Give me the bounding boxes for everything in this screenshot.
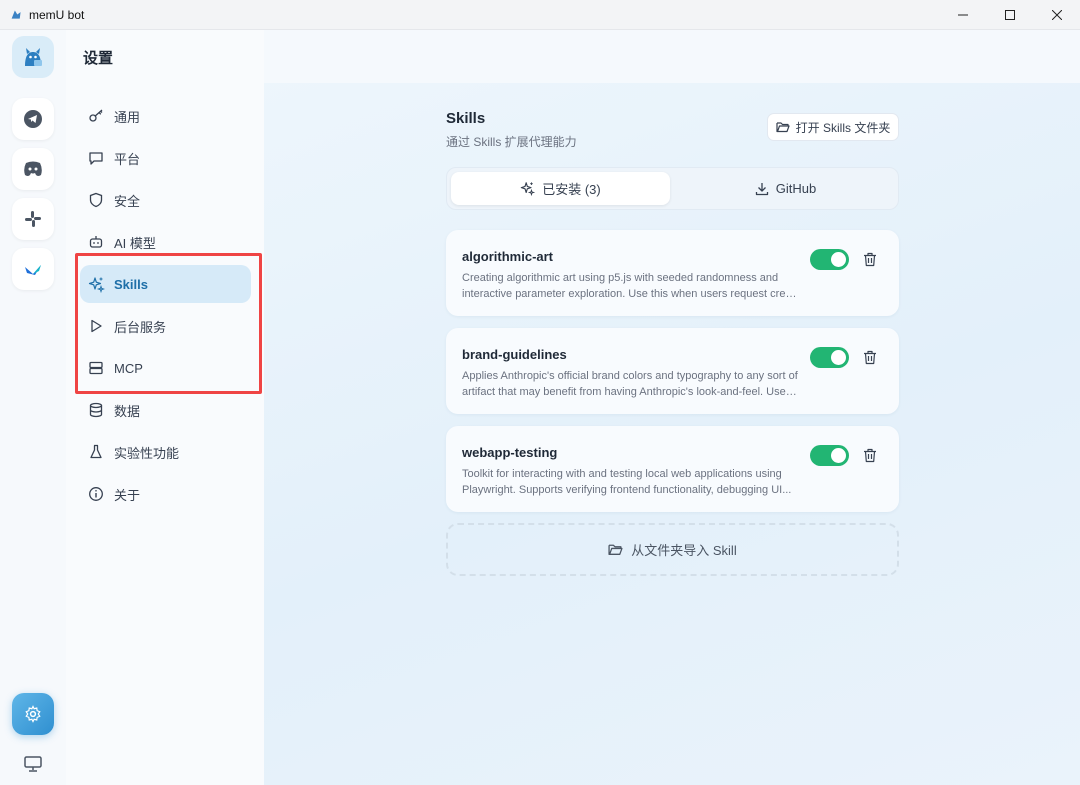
telegram-icon bbox=[24, 110, 42, 128]
maximize-button[interactable] bbox=[986, 0, 1033, 30]
skill-enable-toggle[interactable] bbox=[810, 347, 849, 368]
app-logo-icon bbox=[9, 8, 23, 22]
gear-icon bbox=[25, 705, 41, 723]
main-panel: Skills 通过 Skills 扩展代理能力 打开 Skills 文件夹 已安… bbox=[264, 30, 1080, 785]
skills-tabs: 已安装 (3) GitHub bbox=[446, 167, 899, 210]
toggle-knob bbox=[831, 252, 846, 267]
skill-description-line: artifact that may benefit from having An… bbox=[462, 386, 798, 398]
rail-settings-button[interactable] bbox=[12, 693, 54, 735]
rail-telegram-button[interactable] bbox=[12, 98, 54, 140]
delete-skill-button[interactable] bbox=[861, 446, 879, 464]
skill-enable-toggle[interactable] bbox=[810, 445, 849, 466]
bot-icon bbox=[87, 233, 105, 251]
skill-card: brand-guidelines Applies Anthropic's off… bbox=[446, 328, 899, 414]
toggle-knob bbox=[831, 350, 846, 365]
play-icon bbox=[87, 317, 105, 335]
flask-icon bbox=[87, 443, 105, 461]
nav-item-label: MCP bbox=[114, 360, 143, 376]
database-icon bbox=[87, 401, 105, 419]
main-header-strip bbox=[264, 30, 1080, 83]
sparkles-icon bbox=[87, 275, 105, 293]
key-icon bbox=[87, 107, 105, 125]
nav-item-label: 后台服务 bbox=[114, 319, 167, 335]
skill-name: brand-guidelines bbox=[462, 347, 567, 362]
nav-item-security[interactable]: 安全 bbox=[80, 181, 251, 219]
folder-open-icon bbox=[608, 543, 623, 556]
nav-item-skills[interactable]: Skills bbox=[80, 265, 251, 303]
cat-logo-icon bbox=[25, 48, 42, 66]
nav-item-data[interactable]: 数据 bbox=[80, 391, 251, 429]
settings-title: 设置 bbox=[83, 50, 114, 67]
tab-installed-label: 已安装 (3) bbox=[542, 182, 601, 197]
chat-icon bbox=[87, 149, 105, 167]
download-icon bbox=[755, 182, 769, 196]
open-skills-folder-button[interactable]: 打开 Skills 文件夹 bbox=[767, 113, 899, 141]
nav-item-label: 实验性功能 bbox=[114, 445, 180, 461]
trash-icon bbox=[864, 350, 876, 364]
trash-icon bbox=[864, 448, 876, 462]
skill-description-line: Toolkit for interacting with and testing… bbox=[462, 468, 782, 480]
open-skills-folder-label: 打开 Skills 文件夹 bbox=[795, 120, 891, 135]
icon-rail bbox=[0, 30, 66, 785]
page-title: Skills bbox=[446, 110, 486, 127]
nav-item-general[interactable]: 通用 bbox=[80, 97, 251, 135]
import-skill-label: 从文件夹导入 Skill bbox=[631, 543, 737, 558]
window-title: memU bot bbox=[29, 7, 85, 22]
nav-item-background-service[interactable]: 后台服务 bbox=[80, 307, 251, 345]
skill-description: Applies Anthropic's official brand color… bbox=[462, 368, 798, 400]
nav-item-label: 安全 bbox=[114, 193, 141, 209]
rail-slack-button[interactable] bbox=[12, 198, 54, 240]
skill-description: Toolkit for interacting with and testing… bbox=[462, 466, 798, 498]
delete-skill-button[interactable] bbox=[861, 348, 879, 366]
tab-installed[interactable]: 已安装 (3) bbox=[451, 172, 670, 205]
discord-icon bbox=[24, 161, 42, 176]
shield-icon bbox=[87, 191, 105, 209]
skill-description-line: Playwright. Supports verifying frontend … bbox=[462, 484, 792, 496]
nav-item-label: AI 模型 bbox=[114, 235, 156, 251]
skill-card: algorithmic-art Creating algorithmic art… bbox=[446, 230, 899, 316]
skill-name: webapp-testing bbox=[462, 445, 558, 460]
tab-github-label: GitHub bbox=[775, 181, 817, 196]
nav-item-ai-model[interactable]: AI 模型 bbox=[80, 223, 251, 261]
slack-icon bbox=[25, 211, 41, 227]
title-bar: memU bot bbox=[0, 0, 1080, 30]
sparkles-icon bbox=[520, 181, 536, 196]
skill-name: algorithmic-art bbox=[462, 249, 554, 264]
nav-item-about[interactable]: 关于 bbox=[80, 475, 251, 513]
tab-github[interactable]: GitHub bbox=[676, 172, 895, 205]
skill-description-line: Applies Anthropic's official brand color… bbox=[462, 370, 798, 382]
skill-description: Creating algorithmic art using p5.js wit… bbox=[462, 270, 798, 302]
nav-item-label: Skills bbox=[114, 276, 148, 292]
skill-enable-toggle[interactable] bbox=[810, 249, 849, 270]
nav-item-label: 关于 bbox=[114, 487, 141, 503]
folder-open-icon bbox=[776, 121, 790, 133]
rail-discord-button[interactable] bbox=[12, 148, 54, 190]
import-skill-from-folder-button[interactable]: 从文件夹导入 Skill bbox=[446, 523, 899, 576]
nav-item-mcp[interactable]: MCP bbox=[80, 349, 251, 387]
skill-description-line: interactive parameter exploration. Use t… bbox=[462, 288, 798, 300]
nav-item-label: 通用 bbox=[114, 109, 141, 125]
toggle-knob bbox=[831, 448, 846, 463]
close-button[interactable] bbox=[1033, 0, 1080, 30]
trash-icon bbox=[864, 252, 876, 266]
nav-item-platform[interactable]: 平台 bbox=[80, 139, 251, 177]
monitor-icon bbox=[24, 756, 42, 772]
rail-feishu-button[interactable] bbox=[12, 248, 54, 290]
feishu-icon bbox=[25, 265, 41, 275]
app-logo-button[interactable] bbox=[12, 36, 54, 78]
skill-card: webapp-testing Toolkit for interacting w… bbox=[446, 426, 899, 512]
minimize-button[interactable] bbox=[939, 0, 986, 30]
settings-nav: 设置 通用 平台 安全 AI 模型 Skills 后台服务 MCP 数据 实验性… bbox=[66, 30, 264, 785]
page-subtitle: 通过 Skills 扩展代理能力 bbox=[446, 135, 577, 149]
nav-item-label: 数据 bbox=[114, 403, 141, 419]
nav-item-experimental[interactable]: 实验性功能 bbox=[80, 433, 251, 471]
info-icon bbox=[87, 485, 105, 503]
skill-description-line: Creating algorithmic art using p5.js wit… bbox=[462, 272, 779, 284]
delete-skill-button[interactable] bbox=[861, 250, 879, 268]
server-icon bbox=[87, 359, 105, 377]
nav-item-label: 平台 bbox=[114, 151, 141, 167]
rail-monitor-button[interactable] bbox=[12, 743, 54, 785]
